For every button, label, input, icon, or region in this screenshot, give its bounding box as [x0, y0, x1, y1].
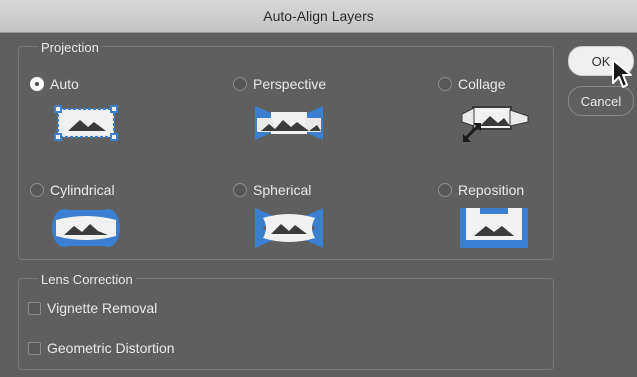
auto-align-layers-dialog: Auto-Align Layers Projection Auto Perspe…	[0, 0, 637, 377]
perspective-projection-icon	[255, 106, 323, 140]
radio-auto-label: Auto	[50, 76, 79, 92]
radio-button[interactable]	[233, 77, 247, 91]
vignette-removal-label: Vignette Removal	[47, 300, 158, 316]
lens-correction-label: Lens Correction	[38, 272, 136, 287]
spherical-projection-icon	[255, 208, 323, 248]
auto-projection-icon	[54, 105, 118, 141]
cylindrical-projection-icon	[52, 209, 120, 247]
cancel-button-label: Cancel	[580, 93, 622, 109]
checkbox[interactable]	[28, 301, 41, 315]
radio-cylindrical-label: Cylindrical	[50, 182, 115, 198]
geometric-distortion-label: Geometric Distortion	[47, 340, 175, 356]
radio-perspective-label: Perspective	[253, 76, 327, 92]
radio-button[interactable]	[438, 77, 452, 91]
radio-spherical[interactable]: Spherical	[233, 182, 311, 198]
dialog-titlebar: Auto-Align Layers	[0, 0, 637, 33]
lens-correction-panel	[18, 278, 554, 370]
radio-perspective[interactable]: Perspective	[233, 76, 326, 92]
radio-button-checked[interactable]	[30, 77, 44, 91]
checkbox[interactable]	[28, 341, 41, 355]
radio-button[interactable]	[438, 183, 452, 197]
vignette-removal-checkbox[interactable]: Vignette Removal	[28, 300, 157, 316]
reposition-projection-icon	[460, 208, 528, 248]
cancel-button[interactable]: Cancel	[568, 86, 634, 116]
radio-reposition-label: Reposition	[458, 182, 525, 198]
radio-button[interactable]	[233, 183, 247, 197]
radio-auto[interactable]: Auto	[30, 76, 79, 92]
radio-collage[interactable]: Collage	[438, 76, 505, 92]
radio-button[interactable]	[30, 183, 44, 197]
collage-projection-icon	[461, 106, 529, 142]
radio-cylindrical[interactable]: Cylindrical	[30, 182, 115, 198]
mouse-pointer-icon	[612, 59, 632, 88]
geometric-distortion-checkbox[interactable]: Geometric Distortion	[28, 340, 175, 356]
radio-reposition[interactable]: Reposition	[438, 182, 524, 198]
radio-spherical-label: Spherical	[253, 182, 312, 198]
ok-button-label: OK	[591, 53, 611, 69]
projection-label: Projection	[38, 40, 102, 55]
dialog-title: Auto-Align Layers	[263, 8, 374, 24]
radio-collage-label: Collage	[458, 76, 506, 92]
